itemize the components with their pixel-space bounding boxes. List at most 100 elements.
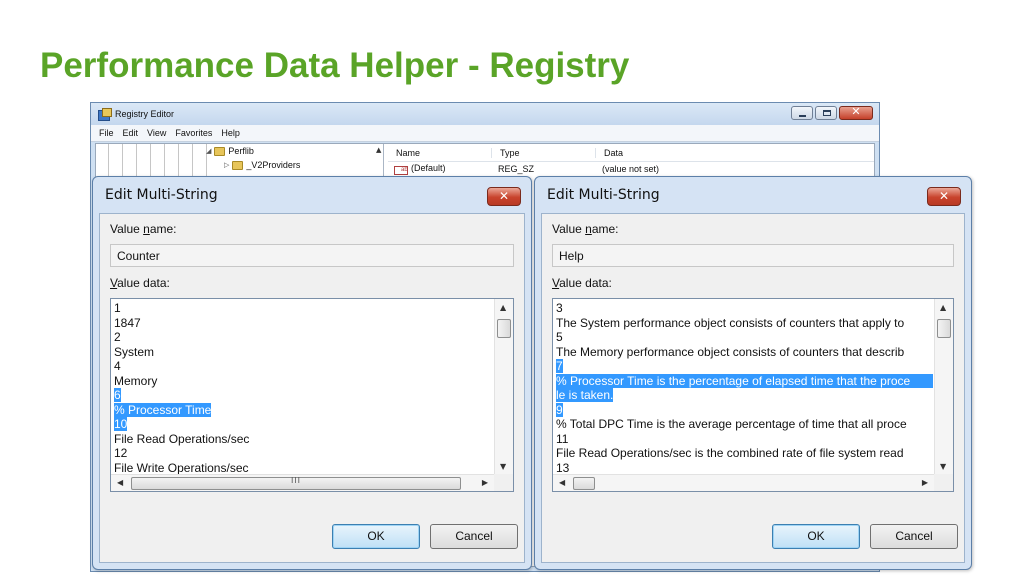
- ok-button[interactable]: OK: [772, 524, 860, 549]
- scroll-left-icon[interactable]: ◀: [559, 478, 565, 487]
- close-icon: ✕: [851, 105, 861, 118]
- value-data-line-text: 13: [556, 460, 570, 475]
- value-data-line: 2: [114, 330, 493, 345]
- dialog-body: Value name: Counter Value data: 1 1847 2 Sy…: [99, 213, 525, 563]
- minimize-button[interactable]: [791, 106, 813, 120]
- tree-scroll-up-icon[interactable]: ▲: [376, 146, 381, 154]
- expanded-arrow-icon[interactable]: ◢: [206, 147, 211, 155]
- dialog-close-button[interactable]: ✕: [927, 187, 961, 206]
- scrollbar-corner: [494, 474, 513, 491]
- edit-multistring-dialog-counter: Edit Multi-String ✕ Value name: Counter …: [92, 176, 532, 570]
- vertical-scrollbar[interactable]: ▲ ▼: [494, 299, 513, 475]
- dialog-title: Edit Multi-String: [105, 187, 218, 203]
- value-data-line-text: 9: [556, 402, 563, 417]
- scroll-thumb[interactable]: [937, 319, 951, 338]
- column-data[interactable]: Data: [596, 148, 776, 158]
- close-window-button[interactable]: ✕: [839, 105, 873, 120]
- value-data-line-text: The Memory performance object consists o…: [556, 344, 905, 359]
- maximize-icon: [823, 110, 831, 116]
- scroll-up-icon[interactable]: ▲: [500, 303, 506, 312]
- dialog-titlebar: Edit Multi-String: [535, 177, 971, 213]
- value-data-line: 12: [114, 446, 493, 461]
- vertical-scrollbar[interactable]: ▲ ▼: [934, 299, 953, 475]
- value-name-field[interactable]: Help: [552, 244, 954, 267]
- folder-icon: [214, 146, 226, 156]
- tree-item-perflib[interactable]: ◢ Perflib: [206, 146, 254, 156]
- collapsed-arrow-icon[interactable]: ▷: [224, 161, 229, 169]
- list-header: Name Type Data: [388, 144, 874, 162]
- scroll-right-icon[interactable]: ▶: [482, 478, 488, 487]
- value-data-line-text: Memory: [114, 373, 158, 388]
- thumb-grip: III: [290, 476, 302, 485]
- scroll-thumb[interactable]: [573, 477, 595, 490]
- tree-item-label: _V2Providers: [246, 160, 301, 170]
- column-name[interactable]: Name: [388, 147, 492, 158]
- ok-button[interactable]: OK: [332, 524, 420, 549]
- value-data-textarea[interactable]: 1 1847 2 System 4 Memory 6% Processor Time 10 Fi…: [110, 298, 514, 492]
- scroll-down-icon[interactable]: ▼: [500, 462, 506, 471]
- menu-edit[interactable]: Edit: [123, 128, 139, 138]
- maximize-button[interactable]: [815, 106, 837, 120]
- scroll-up-icon[interactable]: ▲: [940, 303, 946, 312]
- value-name-label: Value name:: [552, 222, 619, 236]
- folder-icon: [232, 160, 244, 170]
- value-data-lines: 3 The System performance object consists …: [556, 301, 933, 475]
- cancel-button[interactable]: Cancel: [870, 524, 958, 549]
- value-data-lines: 1 1847 2 System 4 Memory 6% Processor Time 10 Fi…: [114, 301, 493, 475]
- value-data-line-text: 3: [556, 301, 563, 315]
- scroll-thumb[interactable]: [497, 319, 511, 338]
- scroll-right-icon[interactable]: ▶: [922, 478, 928, 487]
- value-data-line-text: 5: [556, 330, 563, 344]
- value-data-label: Value data:: [110, 276, 170, 290]
- value-data-line-text: 11: [556, 431, 569, 446]
- value-data-line-text: 12: [114, 446, 128, 460]
- value-data-line-text: % Total DPC Time is the average percenta…: [556, 417, 907, 431]
- horizontal-scrollbar[interactable]: ◀ III ▶: [111, 474, 494, 491]
- cancel-button[interactable]: Cancel: [430, 524, 518, 549]
- value-data-label: Value data:: [552, 276, 612, 290]
- value-data-line-text: 1: [114, 301, 121, 315]
- value-data-line-text: 4: [114, 359, 121, 373]
- minimize-icon: [799, 115, 806, 117]
- registry-editor-title: Registry Editor: [115, 109, 175, 119]
- scroll-thumb[interactable]: III: [131, 476, 461, 490]
- value-data-line-text: File Read Operations/sec is the combined…: [556, 446, 904, 460]
- menu-file[interactable]: File: [99, 128, 114, 138]
- value-data-line-text: % Processor Time is the percentage of el…: [556, 373, 911, 388]
- tree-item-label: Perflib: [228, 146, 254, 156]
- tree-item-v2providers[interactable]: ▷ _V2Providers: [224, 160, 300, 170]
- value-data: (value not set): [602, 164, 660, 174]
- dialog-close-button[interactable]: ✕: [487, 187, 521, 206]
- menu-favorites[interactable]: Favorites: [175, 128, 212, 138]
- value-data-line-text: The System performance object consists o…: [556, 315, 905, 330]
- value-name-field[interactable]: Counter: [110, 244, 514, 267]
- horizontal-scrollbar[interactable]: ◀ ▶: [553, 474, 934, 491]
- value-data-line: File Write Operations/sec: [114, 461, 493, 476]
- value-data-line-text: 2: [114, 330, 121, 344]
- menu-view[interactable]: View: [147, 128, 166, 138]
- scroll-down-icon[interactable]: ▼: [940, 462, 946, 471]
- value-data-line: % Processor Time is the percentage of el…: [556, 373, 933, 388]
- slide-title: Performance Data Helper - Registry: [40, 46, 630, 85]
- value-data-line-text: System: [114, 344, 155, 359]
- value-data-line: 7: [556, 359, 933, 374]
- value-data-line: le is taken.: [556, 388, 933, 403]
- list-item[interactable]: ab (Default) REG_SZ (value not set): [388, 162, 874, 176]
- value-data-line: The System performance object consists o…: [556, 316, 933, 331]
- column-type[interactable]: Type: [492, 147, 596, 158]
- dialog-title: Edit Multi-String: [547, 187, 660, 203]
- menu-help[interactable]: Help: [221, 128, 240, 138]
- value-data-line-text: % Processor Time: [114, 402, 212, 417]
- value-data-line: 1: [114, 301, 493, 316]
- value-data-line: 1847: [114, 316, 493, 331]
- value-type: REG_SZ: [498, 164, 535, 174]
- scroll-left-icon[interactable]: ◀: [117, 478, 123, 487]
- value-data-line-text: 10: [114, 417, 128, 431]
- value-data-line: % Processor Time: [114, 402, 493, 418]
- value-data-line: System: [114, 345, 493, 360]
- value-data-textarea[interactable]: 3 The System performance object consists …: [552, 298, 954, 492]
- value-data-line: File Read Operations/sec is the combined…: [556, 446, 933, 461]
- value-data-line: Memory: [114, 374, 493, 389]
- value-data-line-text: 1847: [114, 315, 141, 330]
- value-data-line: 3: [556, 301, 933, 316]
